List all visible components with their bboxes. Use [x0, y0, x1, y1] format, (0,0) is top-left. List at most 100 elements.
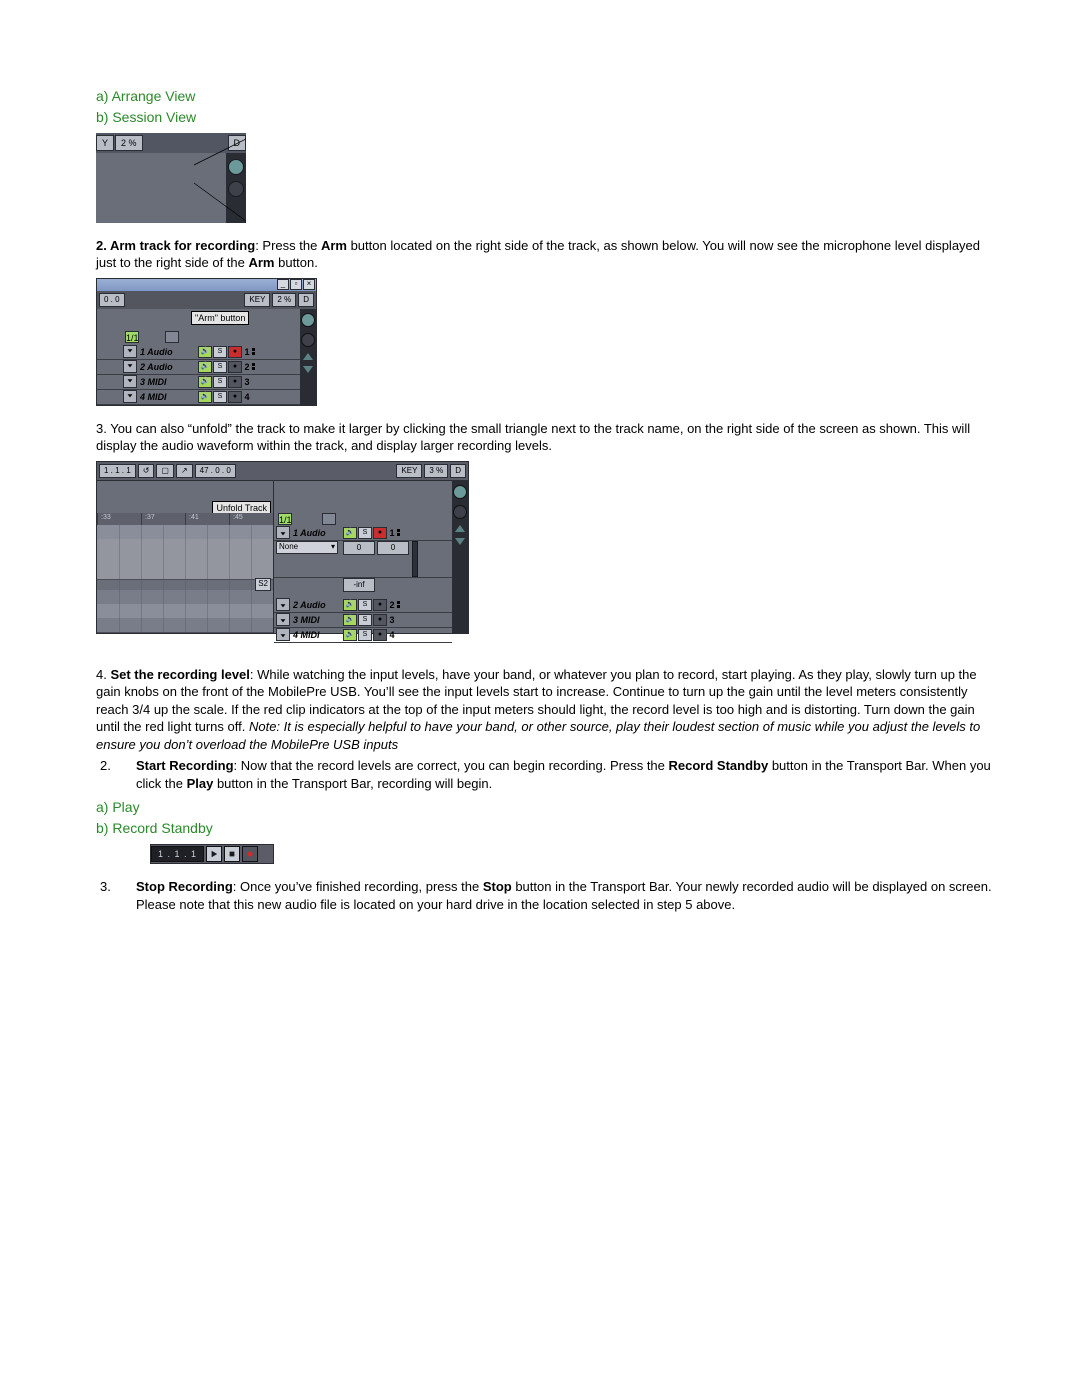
pan-value[interactable]: 0: [343, 541, 375, 555]
track-name: 4 MIDI: [290, 629, 343, 641]
view-session-icon[interactable]: [228, 181, 244, 197]
arm-button[interactable]: ●: [228, 376, 242, 388]
speaker-icon[interactable]: 🔊: [198, 376, 212, 388]
solo-button[interactable]: S: [358, 527, 372, 539]
solo-button[interactable]: S: [358, 614, 372, 626]
io-icon: [397, 601, 405, 608]
track-name: 2 Audio: [290, 599, 343, 611]
track-number: 4: [242, 391, 252, 403]
list-item: Start Recording: Now that the record lev…: [136, 757, 992, 792]
play-button[interactable]: [206, 846, 222, 862]
d-field: D: [298, 293, 314, 307]
control-label-play: a) Play: [96, 798, 992, 817]
solo-button[interactable]: S: [213, 391, 227, 403]
cell-pct: 2 %: [115, 135, 143, 151]
track-number: 3: [387, 614, 397, 626]
speaker-icon[interactable]: 🔊: [343, 614, 357, 626]
step-3-text: 3. You can also “unfold” the track to ma…: [96, 420, 992, 455]
io-icon: [252, 363, 260, 370]
list-item: Stop Recording: Once you’ve finished rec…: [136, 878, 992, 913]
solo-button[interactable]: S: [213, 361, 227, 373]
s2-label: S2: [255, 578, 271, 591]
track-number: 1: [387, 527, 397, 539]
speaker-icon[interactable]: 🔊: [198, 346, 212, 358]
view-session-icon[interactable]: [453, 505, 467, 519]
solo-button[interactable]: S: [213, 346, 227, 358]
fold-triangle-icon[interactable]: [123, 345, 137, 358]
fold-triangle-icon[interactable]: [276, 598, 290, 611]
fold-triangle-icon[interactable]: [276, 628, 290, 641]
fold-triangle-icon[interactable]: [123, 360, 137, 373]
record-standby-button[interactable]: [242, 846, 258, 862]
loop-icon[interactable]: ↺: [138, 464, 155, 478]
meta-1-1[interactable]: 1/1: [125, 331, 139, 343]
speaker-icon[interactable]: 🔊: [198, 361, 212, 373]
track-number: 3: [242, 376, 252, 388]
view-arrange-icon[interactable]: [453, 485, 467, 499]
punch-icon[interactable]: ▢: [156, 464, 174, 478]
close-icon[interactable]: ×: [303, 279, 315, 290]
speaker-icon[interactable]: 🔊: [343, 629, 357, 641]
input-selector[interactable]: None▾: [276, 541, 338, 554]
fold-triangle-icon[interactable]: [123, 390, 137, 403]
arm-callout-label: "Arm" button: [191, 311, 249, 325]
unfold-triangle-icon[interactable]: [276, 526, 290, 539]
view-session-icon[interactable]: [301, 333, 315, 347]
meta-1-1[interactable]: 1/1: [278, 513, 292, 525]
automation-icon[interactable]: ↗: [176, 464, 193, 478]
arm-button[interactable]: ●: [373, 629, 387, 641]
fold-triangle-icon[interactable]: [123, 375, 137, 388]
arm-button[interactable]: ●: [228, 361, 242, 373]
io-icon: [252, 348, 260, 355]
view-arrange-icon[interactable]: [301, 313, 315, 327]
timeline-ruler[interactable]: :33 :37 :41 :45: [97, 513, 273, 525]
solo-button[interactable]: S: [358, 599, 372, 611]
speaker-icon[interactable]: 🔊: [343, 599, 357, 611]
track-name: 3 MIDI: [290, 614, 343, 626]
arm-button[interactable]: ●: [228, 391, 242, 403]
inf-value: -inf: [343, 578, 375, 592]
track-name: 4 MIDI: [137, 391, 198, 403]
key-button[interactable]: KEY: [244, 293, 270, 307]
minimize-icon[interactable]: _: [277, 279, 289, 290]
solo-button[interactable]: S: [358, 629, 372, 641]
track-name: 1 Audio: [137, 346, 198, 358]
meta-slot[interactable]: [322, 513, 336, 525]
arm-button[interactable]: ●: [228, 346, 242, 358]
level-meter: [412, 541, 418, 577]
position-field: 1 . 1 . 1: [99, 464, 136, 478]
maximize-icon[interactable]: ▫: [290, 279, 302, 290]
step-2-text: 2. Arm track for recording: Press the Ar…: [96, 237, 992, 272]
cpu-pct: 3 %: [424, 464, 448, 478]
meta-slot[interactable]: [165, 331, 179, 343]
chevron-up-icon[interactable]: [455, 525, 465, 532]
track-number: 4: [387, 629, 397, 641]
cpu-pct: 2 %: [272, 293, 296, 307]
key-button[interactable]: KEY: [396, 464, 422, 478]
view-arrange-icon[interactable]: [228, 159, 244, 175]
chevron-up-icon[interactable]: [303, 353, 313, 360]
list-number: 3.: [96, 878, 136, 913]
screenshot-arm-button: _ ▫ × 0 . 0 KEY 2 % D "Arm" button 1/1: [96, 278, 317, 406]
screenshot-view-toggle: Y 2 % D: [96, 133, 246, 223]
arm-button[interactable]: ●: [373, 614, 387, 626]
speaker-icon[interactable]: 🔊: [198, 391, 212, 403]
vol-value[interactable]: 0: [377, 541, 409, 555]
track-name: 2 Audio: [137, 361, 198, 373]
arm-button[interactable]: ●: [373, 599, 387, 611]
chevron-down-icon[interactable]: [303, 366, 313, 373]
chevron-down-icon[interactable]: [455, 538, 465, 545]
step-4-text: 4. Set the recording level: While watchi…: [96, 666, 992, 754]
track-number: 2: [387, 599, 397, 611]
arm-button[interactable]: ●: [373, 527, 387, 539]
track-name: 1 Audio: [290, 527, 343, 539]
d-field: D: [450, 464, 466, 478]
speaker-icon[interactable]: 🔊: [343, 527, 357, 539]
screenshot-transport-bar: 1 . 1 . 1: [150, 844, 274, 864]
fold-triangle-icon[interactable]: [276, 613, 290, 626]
stop-button[interactable]: [224, 846, 240, 862]
view-label-arrange: a) Arrange View: [96, 87, 992, 106]
beats-field: 47 . 0 . 0: [195, 464, 236, 478]
view-label-session: b) Session View: [96, 108, 992, 127]
solo-button[interactable]: S: [213, 376, 227, 388]
